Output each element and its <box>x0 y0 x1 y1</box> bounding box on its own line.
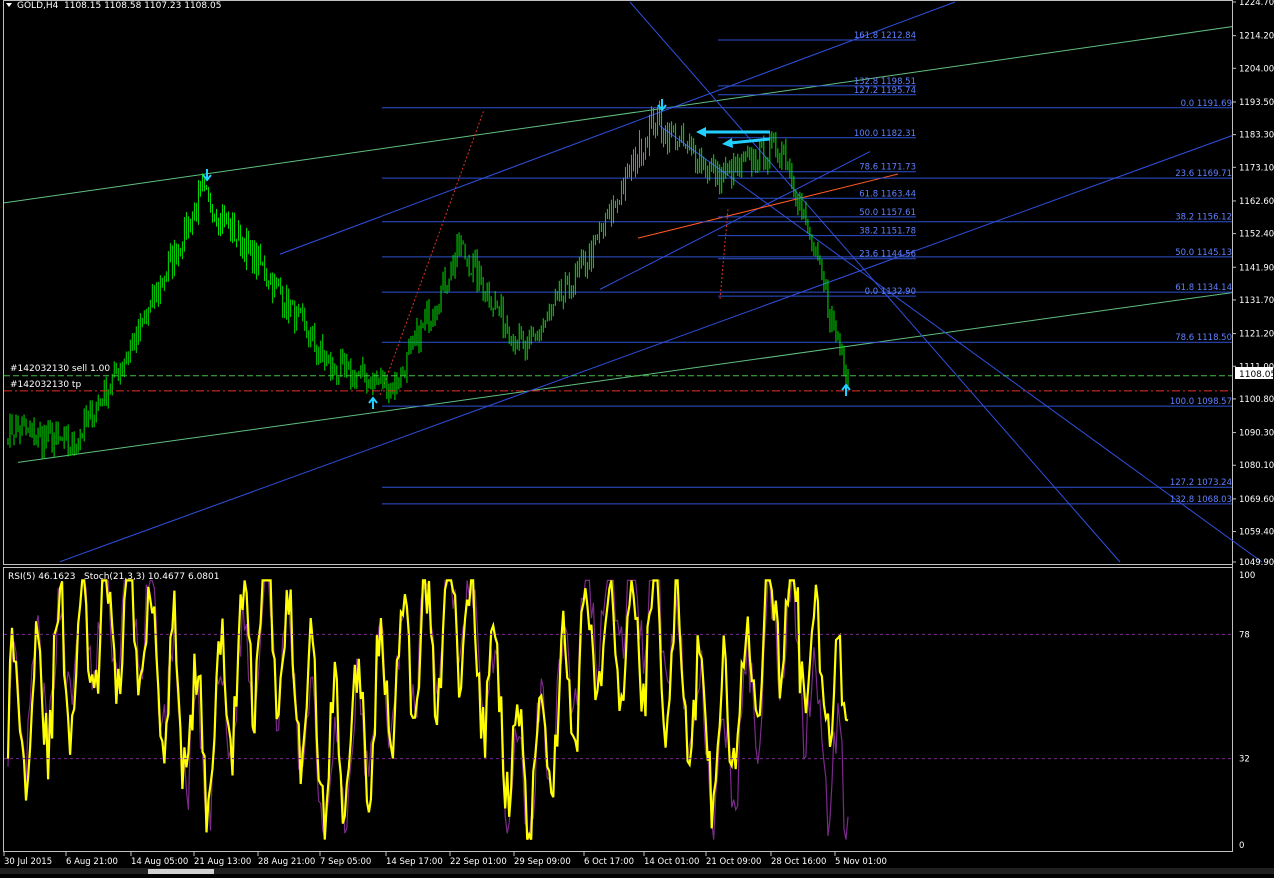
trend-line <box>599 151 871 290</box>
stoch-label: Stoch(21,3,3) 10.4677 6.0801 <box>84 572 219 582</box>
current-price-tag: 1108.05 <box>1239 370 1274 380</box>
fib-level-label: 23.6 1144.56 <box>859 250 916 260</box>
trend-line <box>59 135 1233 563</box>
price-tick-label: 1224.70 <box>1239 0 1274 8</box>
symbol-label: GOLD,H4 <box>17 1 59 11</box>
time-tick-label: 6 Aug 21:00 <box>66 857 118 867</box>
rsi-line <box>6 579 849 840</box>
time-tick-label: 21 Oct 09:00 <box>706 857 761 867</box>
price-tick-label: 1049.90 <box>1239 558 1274 568</box>
price-tick-label: 1080.10 <box>1239 461 1274 471</box>
price-tick-label: 1162.60 <box>1239 197 1274 207</box>
price-tick-label: 1204.00 <box>1239 64 1274 74</box>
fib-level-label: 100.0 1098.57 <box>1170 397 1232 407</box>
time-tick-label: 29 Sep 09:00 <box>514 857 571 867</box>
price-tick-label: 1173.10 <box>1239 163 1274 173</box>
time-tick-label: 28 Oct 16:00 <box>771 857 826 867</box>
chart-window: 0.0 1191.69 23.6 1169.71 38.2 1156.12 50.0 … <box>0 0 1274 874</box>
time-tick-label: 28 Aug 21:00 <box>258 857 315 867</box>
fib-level-label: 0.0 1132.90 <box>865 287 916 297</box>
fib-level-label: 78.6 1171.73 <box>859 163 916 173</box>
price-tick-label: 1183.30 <box>1239 131 1274 141</box>
time-tick-label: 7 Sep 05:00 <box>320 857 371 867</box>
price-axis: 1224.70 1214.20 1204.00 1193.50 1183.30 1173.… <box>1232 0 1274 568</box>
fib-level-label: 161.8 1212.84 <box>854 31 916 41</box>
time-tick-label: 30 Jul 2015 <box>4 857 52 867</box>
price-tick-label: 1121.20 <box>1239 330 1274 340</box>
fib-level-label: 38.2 1151.78 <box>859 227 916 237</box>
time-tick-label: 14 Oct 01:00 <box>644 857 699 867</box>
price-tick-label: 1214.20 <box>1239 32 1274 42</box>
fib-level-label: 50.0 1157.61 <box>859 208 916 218</box>
fib-level-label: 127.2 1073.24 <box>1170 478 1232 488</box>
left-arrow-icon <box>722 138 733 148</box>
signal-arrows <box>202 99 851 409</box>
channel-lower-line <box>17 292 1233 463</box>
price-tick-label: 1100.80 <box>1239 395 1274 405</box>
sell-order-label: #142032130 sell 1.00 <box>10 364 110 374</box>
osc-tick-label: 32 <box>1239 755 1250 765</box>
channel-upper-line <box>3 26 1233 204</box>
time-tick-label: 22 Sep 01:00 <box>450 857 507 867</box>
projection-line <box>379 109 485 396</box>
analysis-drawings: 0.0 1191.69 23.6 1169.71 38.2 1156.12 50.0 … <box>3 1 1263 563</box>
time-tick-label: 21 Aug 13:00 <box>194 857 251 867</box>
time-axis: 30 Jul 2015 6 Aug 21:00 14 Aug 05:00 21 Aug… <box>3 852 887 867</box>
price-tick-label: 1131.70 <box>1239 296 1274 306</box>
osc-tick-label: 78 <box>1239 630 1250 640</box>
fib-level-label: 78.6 1118.50 <box>1175 333 1232 343</box>
price-tick-label: 1069.60 <box>1239 495 1274 505</box>
price-tick-label: 1090.30 <box>1239 429 1274 439</box>
time-tick-label: 6 Oct 17:00 <box>584 857 634 867</box>
time-tick-label: 5 Nov 01:00 <box>835 857 887 867</box>
fib-level-label: 100.0 1182.31 <box>854 129 916 139</box>
price-tick-label: 1152.40 <box>1239 230 1274 240</box>
left-arrow-icon <box>696 127 706 137</box>
time-tick-label: 14 Aug 05:00 <box>131 857 188 867</box>
price-tick-label: 1193.50 <box>1239 98 1274 108</box>
fib-level-label: 38.2 1156.12 <box>1175 213 1232 223</box>
osc-tick-label: 100 <box>1239 571 1255 581</box>
fib-level-label: 0.0 1191.69 <box>1181 99 1232 109</box>
chart-canvas[interactable]: 0.0 1191.69 23.6 1169.71 38.2 1156.12 50.0 … <box>0 0 1274 874</box>
price-tick-label: 1141.90 <box>1239 263 1274 273</box>
fib-level-label: 23.6 1169.71 <box>1175 169 1232 179</box>
fib-level-label: 61.8 1163.44 <box>859 189 916 199</box>
fib-level-label: 50.0 1145.13 <box>1175 248 1232 258</box>
oscillator-axis: 100 78 32 0 <box>4 571 1255 851</box>
fib-level-label: 132.8 1068.03 <box>1170 495 1232 505</box>
osc-tick-label: 0 <box>1239 841 1244 851</box>
ohlc-label: 1108.15 1108.58 1107.23 1108.05 <box>64 1 221 11</box>
fib-level-label: 127.2 1195.74 <box>854 86 916 96</box>
price-tick-label: 1059.40 <box>1239 528 1274 538</box>
tp-order-label: #142032130 tp <box>10 380 81 390</box>
oscillator-lines <box>6 579 849 840</box>
dropdown-icon[interactable] <box>6 3 12 7</box>
time-tick-label: 14 Sep 17:00 <box>386 857 443 867</box>
projection-line <box>719 209 729 300</box>
fib-level-label: 61.8 1134.14 <box>1175 283 1232 293</box>
rsi-label: RSI(5) 46.1623 <box>8 572 75 582</box>
chart-tab[interactable] <box>148 869 214 874</box>
